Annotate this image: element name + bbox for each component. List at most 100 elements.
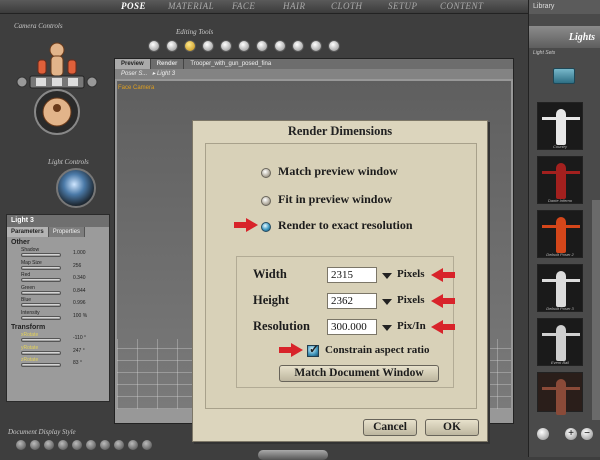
scale-tool-icon[interactable] xyxy=(220,40,232,52)
option-label[interactable]: Render to exact resolution xyxy=(278,218,413,233)
tab-face[interactable]: FACE xyxy=(232,1,255,11)
taper-tool-icon[interactable] xyxy=(238,40,250,52)
light-menu[interactable]: Light 3 xyxy=(157,71,175,77)
library-category[interactable]: Lights xyxy=(529,26,600,48)
chain-break-tool-icon[interactable] xyxy=(256,40,268,52)
param-value[interactable]: 0.996 xyxy=(73,300,86,306)
twist-tool-icon[interactable] xyxy=(166,40,178,52)
translate-in-out-tool-icon[interactable] xyxy=(202,40,214,52)
param-value[interactable]: -110 ° xyxy=(73,335,86,341)
add-to-library-icon[interactable]: + xyxy=(565,428,577,440)
radio-fit-preview[interactable] xyxy=(261,196,271,206)
param-value[interactable]: 100 % xyxy=(73,313,87,319)
resolution-unit[interactable]: Pix/In xyxy=(397,320,426,332)
param-row[interactable]: Map Size 256 xyxy=(7,260,109,273)
camera-menu[interactable]: Poser S... xyxy=(121,71,147,77)
tab-content[interactable]: CONTENT xyxy=(440,1,484,11)
display-style-button[interactable] xyxy=(128,440,138,450)
param-row[interactable]: Red 0.340 xyxy=(7,272,109,285)
param-value[interactable]: 247 ° xyxy=(73,348,85,354)
width-field[interactable]: 2315 xyxy=(327,267,377,283)
param-dial[interactable] xyxy=(21,303,61,307)
width-unit[interactable]: Pixels xyxy=(397,268,425,280)
chevron-down-icon[interactable] xyxy=(382,299,392,305)
ok-button[interactable]: OK xyxy=(425,419,479,436)
constrain-checkbox[interactable] xyxy=(307,342,319,357)
param-value[interactable]: 0.844 xyxy=(73,288,86,294)
param-row[interactable]: Shadow 1.000 xyxy=(7,247,109,260)
display-style-button[interactable] xyxy=(72,440,82,450)
radio-match-preview[interactable] xyxy=(261,168,271,178)
library-settings-icon[interactable] xyxy=(537,428,549,440)
library-item[interactable]: Country xyxy=(537,102,583,150)
translate-tool-icon[interactable] xyxy=(184,40,196,52)
tab-properties[interactable]: Properties xyxy=(48,227,86,237)
param-dial[interactable] xyxy=(21,363,61,367)
param-dial[interactable] xyxy=(21,338,61,342)
tab-pose[interactable]: POSE xyxy=(121,1,146,11)
folder-up-icon[interactable] xyxy=(553,68,575,84)
param-value[interactable]: 256 xyxy=(73,263,81,269)
library-scrollbar[interactable] xyxy=(592,200,600,420)
option-label[interactable]: Fit in preview window xyxy=(278,192,392,207)
param-dial[interactable] xyxy=(21,315,61,320)
display-style-button[interactable] xyxy=(58,440,68,450)
display-style-button[interactable] xyxy=(114,440,124,450)
param-row[interactable]: xRotate -110 ° xyxy=(7,332,109,345)
library-palette: Library Lights Light Sets Country Dante … xyxy=(528,0,600,457)
param-value[interactable]: 1.000 xyxy=(73,250,86,256)
option-label[interactable]: Match preview window xyxy=(278,164,398,179)
chevron-down-icon[interactable] xyxy=(382,325,392,331)
height-field[interactable]: 2362 xyxy=(327,293,377,309)
group-other[interactable]: Other xyxy=(7,237,109,247)
group-transform[interactable]: Transform xyxy=(7,322,109,332)
radio-exact-resolution[interactable] xyxy=(261,222,271,232)
morphing-tool-icon[interactable] xyxy=(328,40,340,52)
resolution-field[interactable]: 300.000 xyxy=(327,319,377,335)
param-row[interactable]: Blue 0.996 xyxy=(7,297,109,310)
display-style-button[interactable] xyxy=(44,440,54,450)
display-style-button[interactable] xyxy=(100,440,110,450)
param-row[interactable]: yRotate 247 ° xyxy=(7,345,109,358)
tab-parameters[interactable]: Parameters xyxy=(7,227,49,237)
tab-cloth[interactable]: CLOTH xyxy=(331,1,363,11)
tab-hair[interactable]: HAIR xyxy=(283,1,306,11)
match-document-window-button[interactable]: Match Document Window xyxy=(279,365,439,382)
height-unit[interactable]: Pixels xyxy=(397,294,425,306)
library-header[interactable]: Library xyxy=(529,0,600,14)
param-dial[interactable] xyxy=(21,290,61,295)
param-row[interactable]: Intensity 100 % xyxy=(7,310,109,323)
constrain-label[interactable]: Constrain aspect ratio xyxy=(325,344,430,356)
grouping-tool-icon[interactable] xyxy=(292,40,304,52)
param-dial[interactable] xyxy=(21,278,61,282)
camera-control-icons[interactable] xyxy=(0,30,110,150)
param-dial[interactable] xyxy=(21,265,61,270)
remove-from-library-icon[interactable]: − xyxy=(581,428,593,440)
rotate-tool-icon[interactable] xyxy=(148,40,160,52)
cancel-button[interactable]: Cancel xyxy=(363,419,417,436)
library-item[interactable]: Default Poser 2 xyxy=(537,210,583,258)
tab-preview[interactable]: Preview xyxy=(115,59,151,69)
display-style-button[interactable] xyxy=(142,440,152,450)
library-item[interactable]: Dante Inferno xyxy=(537,156,583,204)
display-style-button[interactable] xyxy=(16,440,26,450)
tab-material[interactable]: MATERIAL xyxy=(168,1,214,11)
library-item[interactable]: Default Poser 3 xyxy=(537,264,583,312)
param-dial[interactable] xyxy=(21,253,61,257)
color-tool-icon[interactable] xyxy=(274,40,286,52)
light-control-dial[interactable] xyxy=(56,168,96,208)
view-magnifier-icon[interactable] xyxy=(310,40,322,52)
param-value[interactable]: 0.340 xyxy=(73,275,86,281)
display-style-button[interactable] xyxy=(86,440,96,450)
display-style-button[interactable] xyxy=(30,440,40,450)
chevron-down-icon[interactable] xyxy=(382,273,392,279)
param-value[interactable]: 83 ° xyxy=(73,360,82,366)
tab-setup[interactable]: SETUP xyxy=(388,1,418,11)
param-row[interactable]: Green 0.844 xyxy=(7,285,109,298)
tab-render[interactable]: Render xyxy=(151,59,185,69)
library-item[interactable]: Event Ball xyxy=(537,318,583,366)
library-item[interactable] xyxy=(537,372,583,415)
camera-controls[interactable] xyxy=(0,30,110,150)
param-dial[interactable] xyxy=(21,350,61,355)
param-row[interactable]: zRotate 83 ° xyxy=(7,357,109,370)
